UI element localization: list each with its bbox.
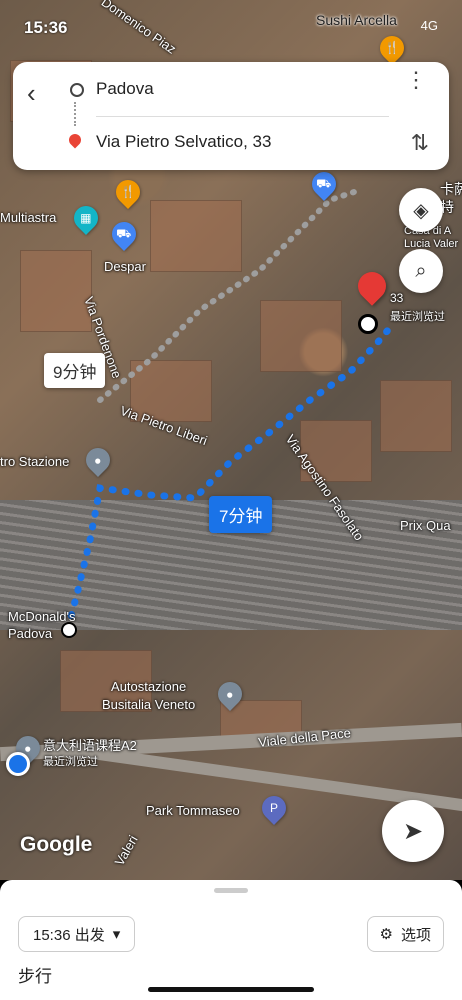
depart-time-button[interactable]: 15:36 出发 ▾ <box>18 916 136 952</box>
bottom-sheet[interactable]: 15:36 出发 ▾ ⚙ 选项 步行 <box>0 880 462 1000</box>
destination-pin-icon <box>66 131 84 149</box>
my-location-dot <box>6 752 30 776</box>
origin-point <box>61 622 77 638</box>
more-vert-icon[interactable]: ⋮ <box>405 69 427 91</box>
origin-input[interactable]: Padova <box>96 79 154 99</box>
map-label-chinese-top: 卡萨 特 <box>440 181 462 215</box>
map-label-multiastra: Multiastra <box>0 210 57 225</box>
divider <box>96 116 389 117</box>
status-time: 15:36 <box>24 18 68 37</box>
back-icon[interactable]: ‹ <box>27 78 36 109</box>
directions-card: ‹ Padova ⋮ Via Pietro Selvatico, 33 ⇅ <box>13 62 449 170</box>
map-label-recent-1: 最近浏览过 <box>43 756 98 768</box>
map-label-park: Park Tommaseo <box>146 803 240 818</box>
layers-icon[interactable]: ◈ <box>399 188 443 232</box>
map-label-despar: Despar <box>104 259 146 274</box>
google-logo: Google <box>20 833 93 856</box>
destination-point <box>358 314 378 334</box>
map-label-italian-course: 意大利语课程A2 <box>43 738 137 753</box>
options-label: 选项 <box>400 926 431 944</box>
search-icon[interactable]: ⌕ <box>399 249 443 293</box>
filter-icon: ⚙ <box>379 926 393 943</box>
route-time-alt[interactable]: 9分钟 <box>44 353 106 388</box>
chevron-down-icon: ▾ <box>112 926 121 943</box>
depart-label: 15:36 出发 <box>33 926 105 944</box>
sheet-handle[interactable] <box>214 888 248 893</box>
route-alt-gray <box>97 187 363 403</box>
swap-icon[interactable]: ⇅ <box>411 130 429 156</box>
map-label-33: 33 <box>390 291 404 305</box>
travel-mode-label: 步行 <box>18 967 52 986</box>
status-bar: 15:36 4G <box>0 0 462 50</box>
home-indicator <box>148 987 314 992</box>
map-label-autostazione: Autostazione Busitalia Veneto <box>102 679 196 712</box>
options-button[interactable]: ⚙ 选项 <box>366 916 444 952</box>
destination-input[interactable]: Via Pietro Selvatico, 33 <box>96 132 271 152</box>
status-network: 4G <box>420 18 438 33</box>
map-label-recent-2: 最近浏览过 <box>390 311 445 323</box>
route-dots <box>74 102 78 126</box>
origin-icon <box>70 83 84 97</box>
route-time-main[interactable]: 7分钟 <box>209 496 273 533</box>
map-label-prix: Prix Qua <box>400 518 451 533</box>
map-label-stazione: tro Stazione <box>0 454 70 469</box>
navigation-icon[interactable]: ➤ <box>382 800 444 862</box>
